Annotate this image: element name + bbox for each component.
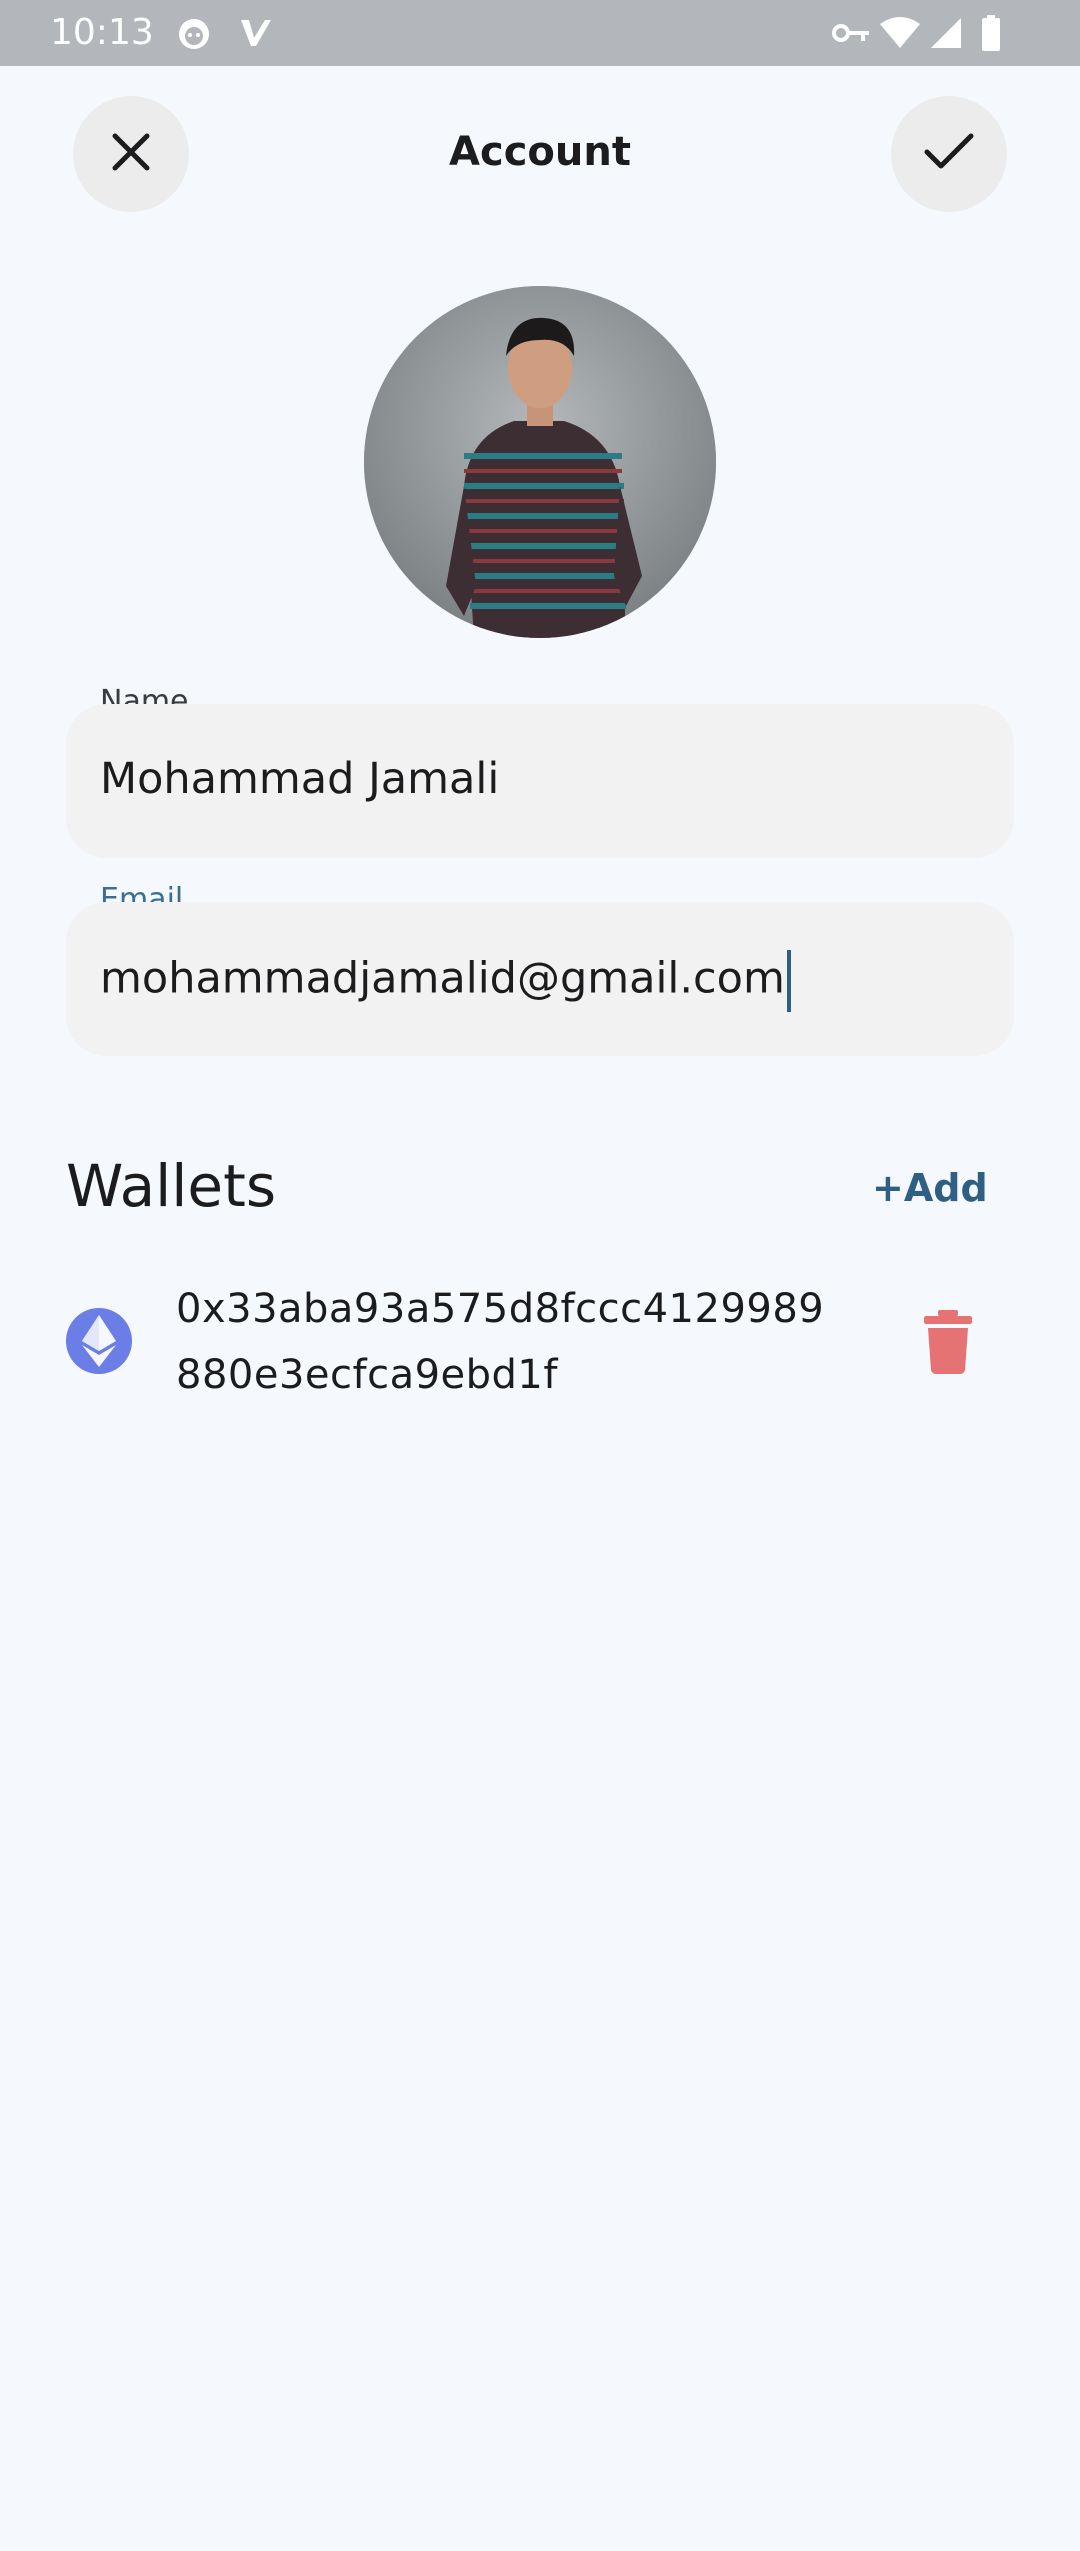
wifi-icon (876, 0, 924, 66)
ethereum-icon (66, 1308, 132, 1374)
key-icon (830, 0, 874, 66)
status-bar: 10:13 (0, 0, 1080, 66)
save-button[interactable] (891, 96, 1007, 212)
wallets-title: Wallets (66, 1152, 277, 1220)
trash-icon (920, 1310, 976, 1378)
profile-photo (364, 286, 716, 638)
cat-notification-icon (174, 0, 214, 66)
name-input-value[interactable]: Mohammad Jamali (100, 752, 499, 806)
email-input-value[interactable]: mohammadjamalid@gmail.com (100, 950, 791, 1012)
wallet-address[interactable]: 0x33aba93a575d8fccc4129989 880e3ecfca9eb… (176, 1276, 866, 1408)
email-text: mohammadjamalid@gmail.com (100, 953, 785, 1004)
text-cursor (786, 950, 791, 1012)
check-icon (923, 132, 975, 176)
app-notification-icon (236, 0, 276, 66)
avatar[interactable] (364, 286, 716, 638)
battery-icon (976, 0, 1006, 66)
wallet-address-line2: 880e3ecfca9ebd1f (176, 1352, 558, 1398)
signal-icon (926, 0, 966, 66)
status-time: 10:13 (50, 12, 154, 53)
add-wallet-button[interactable]: +Add (872, 1160, 988, 1216)
delete-wallet-button[interactable] (920, 1310, 976, 1374)
wallet-address-line1: 0x33aba93a575d8fccc4129989 (176, 1286, 825, 1332)
